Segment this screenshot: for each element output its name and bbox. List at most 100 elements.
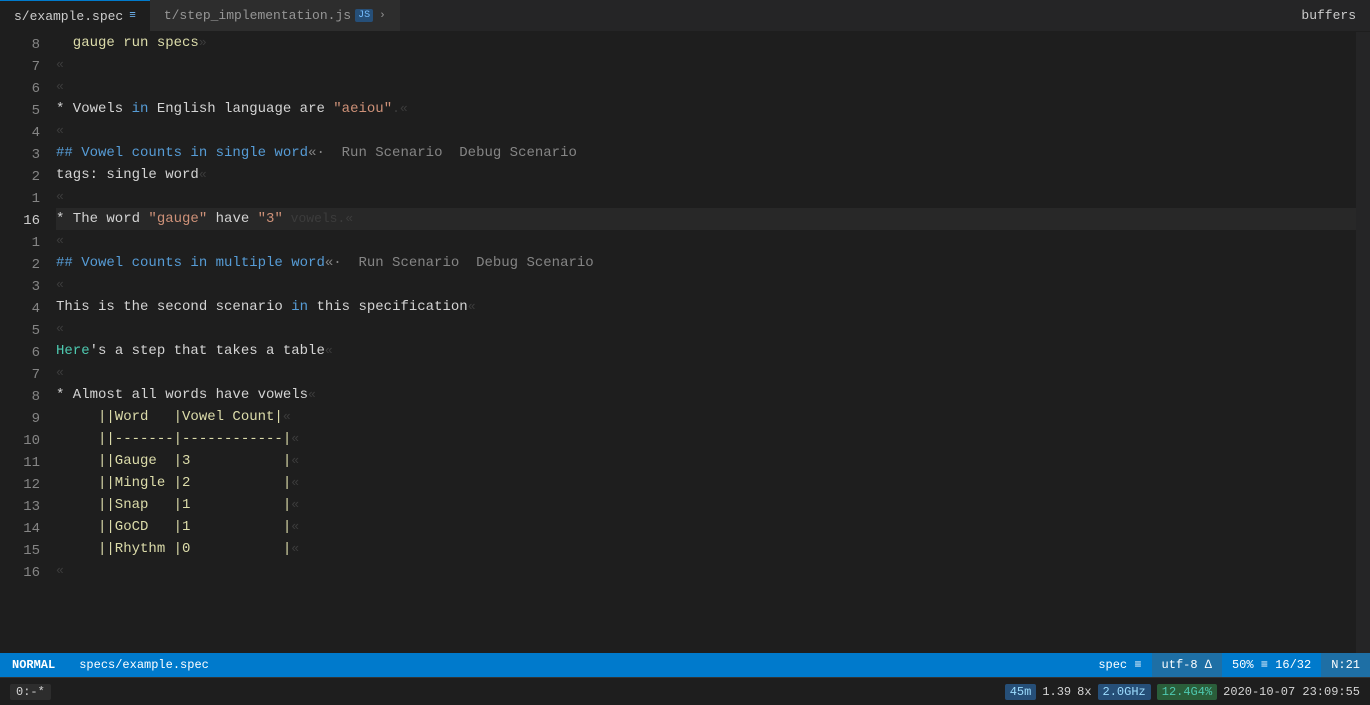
buffers-label: buffers xyxy=(1301,8,1356,23)
lines-wrapper: 876543211612345678910111213141516 gauge … xyxy=(0,32,1370,653)
code-line: « xyxy=(56,230,1356,252)
code-line: ||GoCD |1 |« xyxy=(56,516,1356,538)
code-segment: ## Vowel counts in single word xyxy=(56,142,308,164)
line-number: 16 xyxy=(0,562,50,584)
pilcrow-symbol: « xyxy=(56,120,64,142)
code-segment: tags xyxy=(56,164,90,186)
code-segment: ||Gauge |3 | xyxy=(56,450,291,472)
tab-active-icon: ≡ xyxy=(129,10,136,22)
code-segment: * The word xyxy=(56,208,148,230)
pilcrow-symbol: « xyxy=(291,472,299,494)
code-line: « xyxy=(56,54,1356,76)
tab-inactive-icon: JS xyxy=(355,9,373,22)
code-line: « xyxy=(56,186,1356,208)
code-segment: 's a step that takes a table xyxy=(90,340,325,362)
scrollbar[interactable] xyxy=(1356,32,1370,653)
code-line: « xyxy=(56,76,1356,98)
pilcrow-symbol: « xyxy=(56,362,64,384)
code-segment: this specification xyxy=(308,296,468,318)
pilcrow-symbol: « xyxy=(56,76,64,98)
code-line: « xyxy=(56,274,1356,296)
line-number: 7 xyxy=(0,56,50,78)
lines-area[interactable]: gauge run specs»««* Vowels in English la… xyxy=(50,32,1356,653)
tab-active[interactable]: s/example.spec ≡ xyxy=(0,0,150,31)
code-segment: ||GoCD |1 | xyxy=(56,516,291,538)
terminal-load: 1.39 xyxy=(1042,685,1071,699)
pilcrow-symbol: « xyxy=(468,296,476,318)
code-segment: "3" xyxy=(258,208,283,230)
line-number: 6 xyxy=(0,78,50,100)
code-segment: * Almost all words have vowels xyxy=(56,384,308,406)
line-number: 2 xyxy=(0,166,50,188)
pilcrow-symbol: « xyxy=(283,406,291,428)
terminal-datetime: 2020-10-07 23:09:55 xyxy=(1223,685,1360,699)
code-line: * The word "gauge" have "3" vowels.« xyxy=(56,208,1356,230)
line-number: 12 xyxy=(0,474,50,496)
line-number: 8 xyxy=(0,386,50,408)
code-segment: in xyxy=(291,296,308,318)
code-line: ## Vowel counts in multiple word«· Run S… xyxy=(56,252,1356,274)
line-number: 11 xyxy=(0,452,50,474)
code-segment: ||Rhythm |0 | xyxy=(56,538,291,560)
pilcrow-symbol: « xyxy=(291,516,299,538)
line-number: 13 xyxy=(0,496,50,518)
line-number: 3 xyxy=(0,276,50,298)
status-left: NORMAL specs/example.spec xyxy=(0,653,221,677)
pilcrow-symbol: « xyxy=(56,54,64,76)
code-line: « xyxy=(56,362,1356,384)
line-number: 5 xyxy=(0,320,50,342)
line-number: 5 xyxy=(0,100,50,122)
pilcrow-symbol: « xyxy=(291,494,299,516)
tab-active-label: s/example.spec xyxy=(14,9,123,24)
pilcrow-symbol: « xyxy=(56,186,64,208)
code-line: « xyxy=(56,560,1356,582)
line-number: 1 xyxy=(0,188,50,210)
line-number: 6 xyxy=(0,342,50,364)
editor-wrapper: 876543211612345678910111213141516 gauge … xyxy=(0,32,1370,653)
pilcrow-symbol: « xyxy=(325,340,333,362)
pilcrow-symbol: « xyxy=(291,538,299,560)
code-line: ## Vowel counts in single word«· Run Sce… xyxy=(56,142,1356,164)
code-segment: in xyxy=(132,98,149,120)
code-segment: ## Vowel counts in multiple word xyxy=(56,252,325,274)
code-segment: «· Run Scenario Debug Scenario xyxy=(308,142,577,164)
pilcrow-symbol: « xyxy=(199,164,207,186)
pilcrow-symbol: « xyxy=(56,560,64,582)
status-filetype: spec ≡ xyxy=(1088,653,1151,677)
status-col: N:21 xyxy=(1321,653,1370,677)
code-segment: ||Snap |1 | xyxy=(56,494,291,516)
tab-inactive[interactable]: t/step_implementation.js JS › xyxy=(150,0,400,31)
line-number: 7 xyxy=(0,364,50,386)
code-segment: ||Mingle |2 | xyxy=(56,472,291,494)
tab-bar-right: buffers xyxy=(1301,8,1370,23)
code-line: ||Word |Vowel Count|« xyxy=(56,406,1356,428)
status-right: spec ≡ utf-8 ∆ 50% ≡ 16/32 N:21 xyxy=(1088,653,1370,677)
code-segment: «· Run Scenario Debug Scenario xyxy=(325,252,594,274)
code-segment: * Vowels xyxy=(56,98,132,120)
code-segment: ||Word |Vowel Count| xyxy=(56,406,283,428)
code-line: ||Rhythm |0 |« xyxy=(56,538,1356,560)
code-segment: ||-------|------------| xyxy=(56,428,291,450)
code-segment: "gauge" xyxy=(148,208,207,230)
pilcrow-symbol: vowels.« xyxy=(283,208,353,230)
pilcrow-symbol: « xyxy=(291,428,299,450)
line-number: 4 xyxy=(0,298,50,320)
code-segment: : single word xyxy=(90,164,199,186)
code-segment: English language are xyxy=(148,98,333,120)
pilcrow-symbol: « xyxy=(56,274,64,296)
code-line: « xyxy=(56,318,1356,340)
code-line: ||Snap |1 |« xyxy=(56,494,1356,516)
terminal-right: 45m 1.39 8x 2.0GHz 12.4G4% 2020-10-07 23… xyxy=(1005,684,1360,700)
code-line: ||Gauge |3 |« xyxy=(56,450,1356,472)
pilcrow-symbol: » xyxy=(199,32,207,54)
code-line: * Almost all words have vowels« xyxy=(56,384,1356,406)
code-segment: "aeiou" xyxy=(333,98,392,120)
pilcrow-symbol: « xyxy=(56,318,64,340)
tab-inactive-label: t/step_implementation.js xyxy=(164,8,351,23)
tab-bar: s/example.spec ≡ t/step_implementation.j… xyxy=(0,0,1370,32)
line-number: 16 xyxy=(0,210,50,232)
line-number: 9 xyxy=(0,408,50,430)
terminal-disk: 12.4G4% xyxy=(1157,684,1217,700)
status-path: specs/example.spec xyxy=(67,658,221,672)
line-number: 3 xyxy=(0,144,50,166)
